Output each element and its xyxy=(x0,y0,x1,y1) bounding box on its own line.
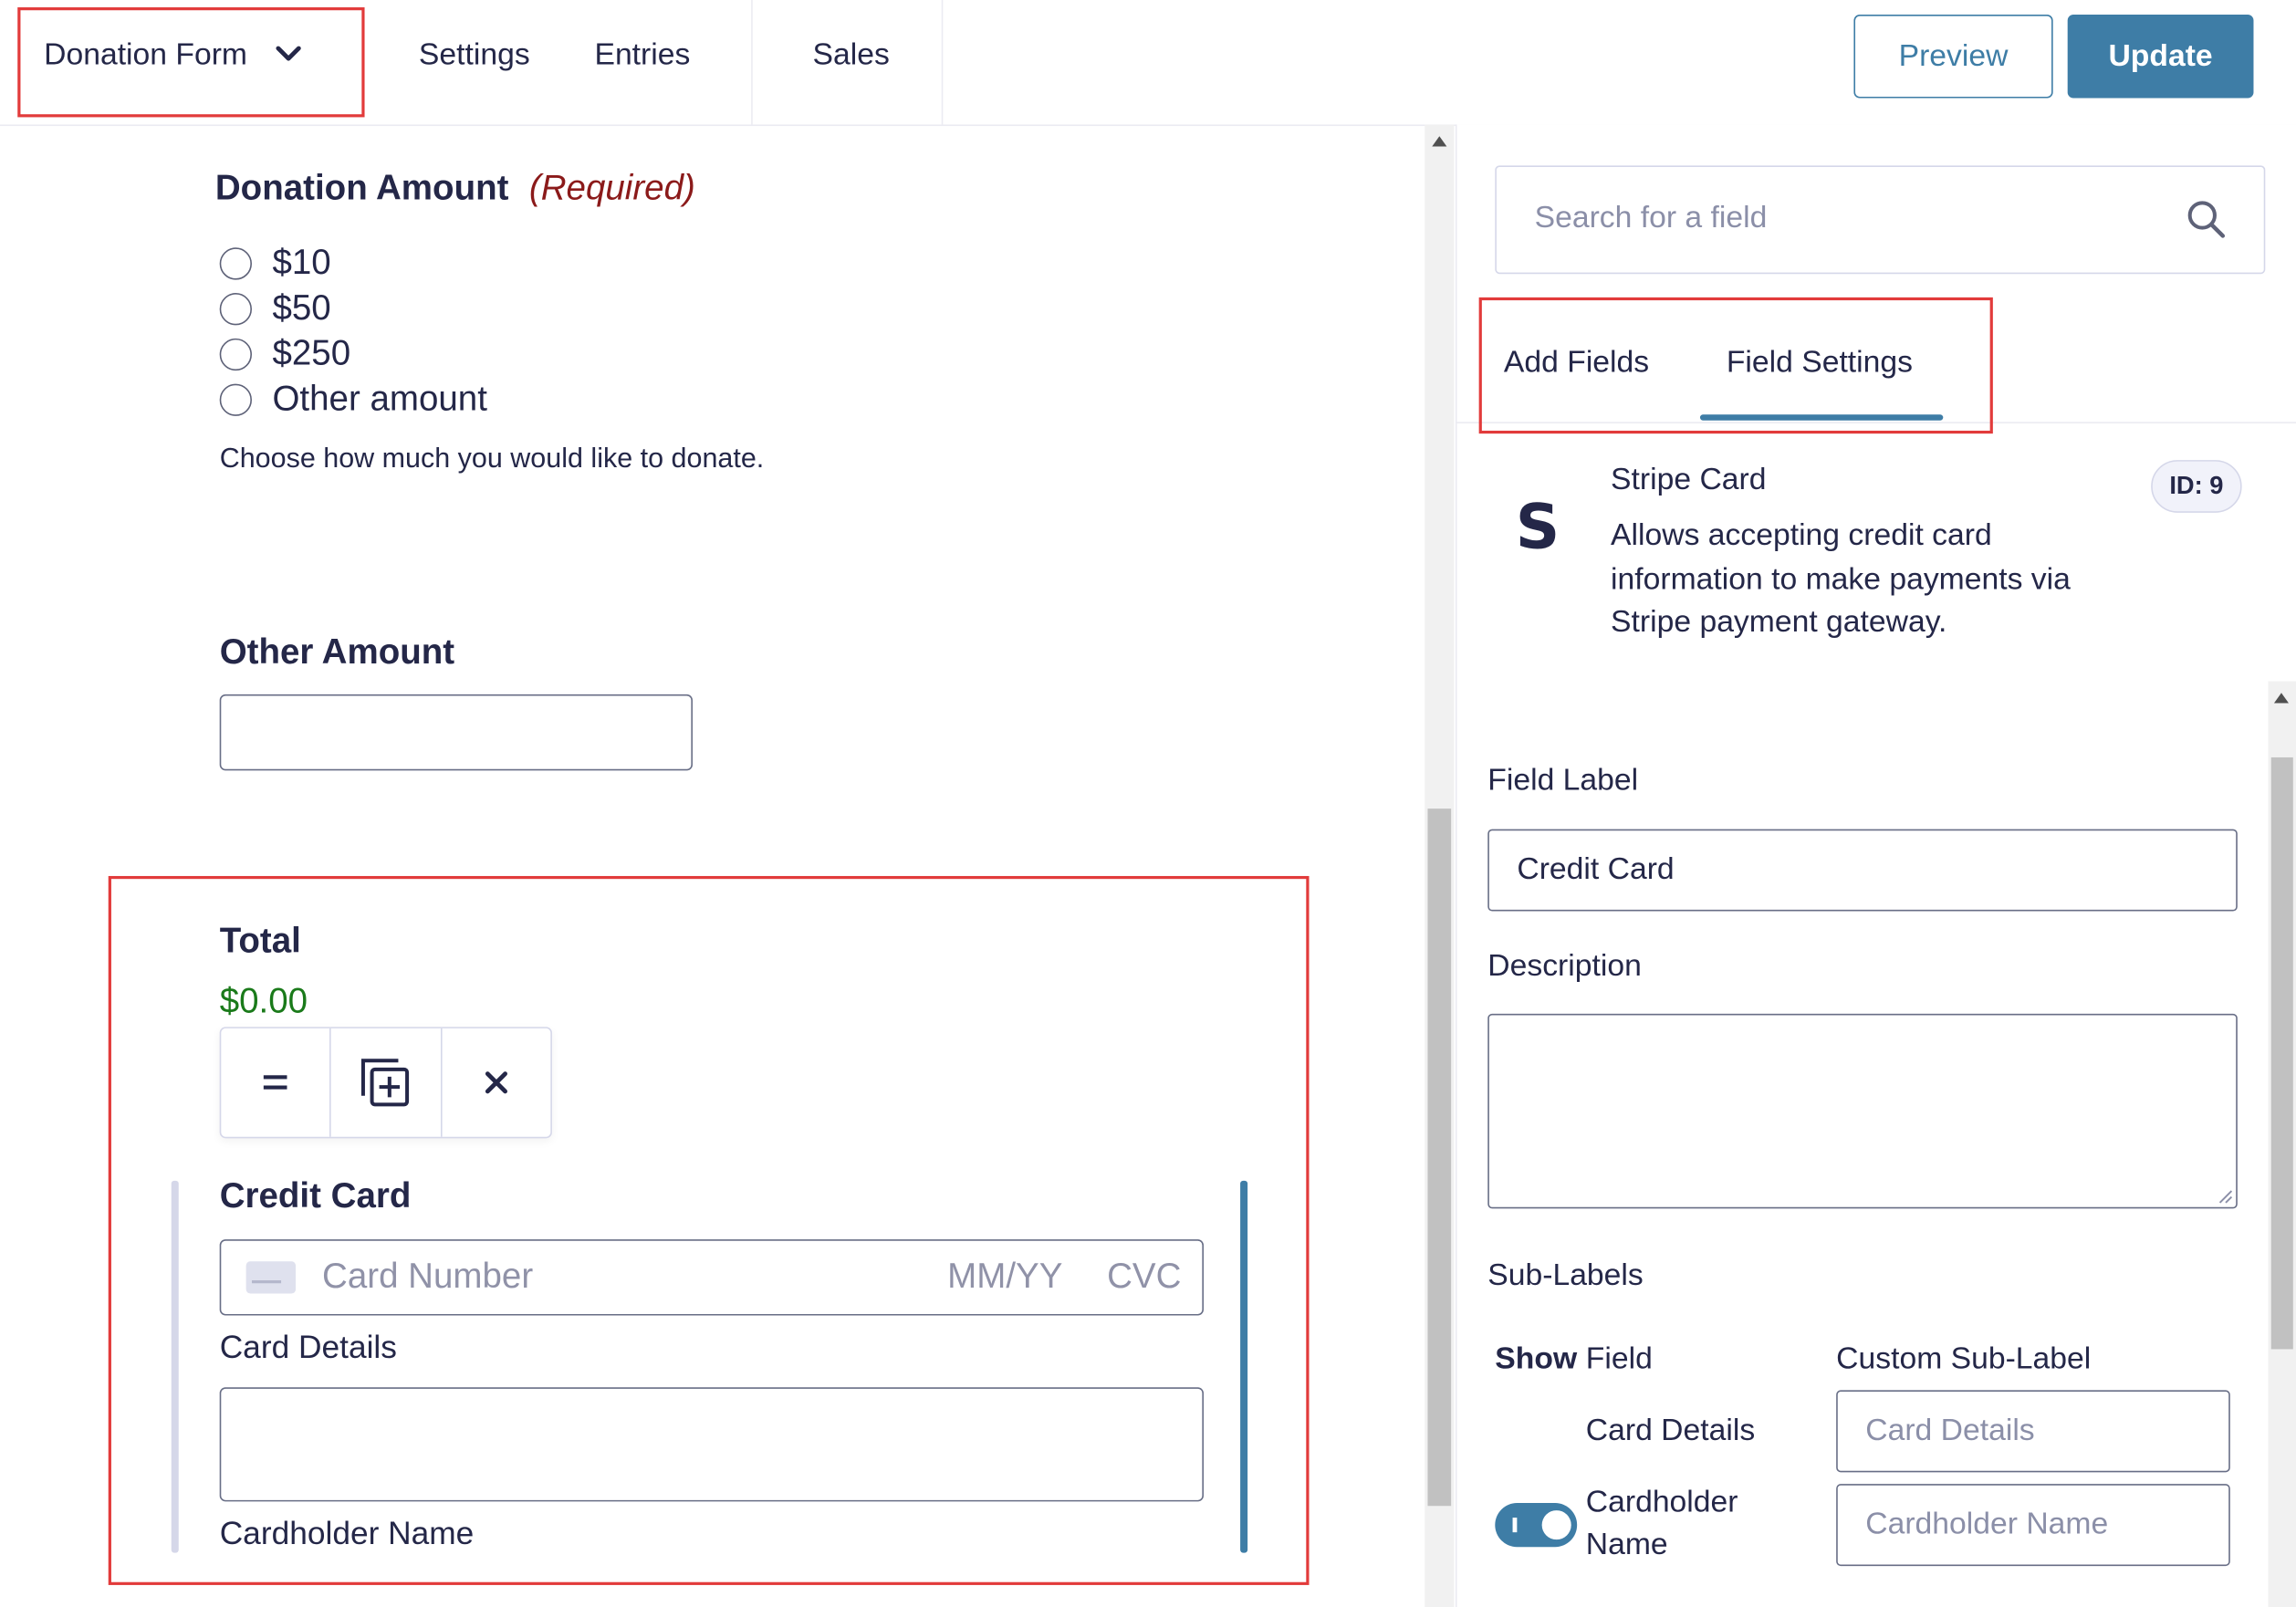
search-icon[interactable] xyxy=(2186,199,2228,240)
donation-amount-title: Donation Amount xyxy=(214,168,509,208)
field-type-description: Allows accepting credit card information… xyxy=(1611,518,2071,639)
nav-divider xyxy=(941,0,944,125)
card-number-field[interactable]: Card Number MM/YY CVC xyxy=(219,1239,1204,1316)
stripe-icon: S xyxy=(1515,490,1560,563)
total-value: $0.00 xyxy=(219,981,308,1021)
custom-sublabel-input[interactable]: Cardholder Name xyxy=(1836,1484,2230,1567)
tab-field-settings[interactable]: Field Settings xyxy=(1727,346,1913,381)
duplicate-button[interactable] xyxy=(331,1028,443,1137)
credit-card-label: Credit Card xyxy=(219,1176,412,1216)
nav-entries[interactable]: Entries xyxy=(594,38,690,74)
toggle-knob xyxy=(1541,1510,1571,1540)
duplicate-icon[interactable] xyxy=(360,1056,412,1109)
total-label: Total xyxy=(219,921,301,962)
sublabel-row-field: Name xyxy=(1585,1528,1668,1562)
col-custom-header: Custom Sub-Label xyxy=(1836,1341,2092,1376)
radio-label: $10 xyxy=(272,243,331,283)
other-amount-input[interactable] xyxy=(219,694,693,771)
field-selection-bar xyxy=(171,1180,179,1553)
update-button[interactable]: Update xyxy=(2067,15,2254,99)
field-toolbar xyxy=(219,1027,552,1139)
description-textarea[interactable] xyxy=(1487,1013,2238,1209)
form-title[interactable]: Donation Form xyxy=(44,38,247,74)
field-label-heading: Field Label xyxy=(1487,763,1639,798)
toggle-on-icon xyxy=(1512,1518,1517,1533)
radio-label: $250 xyxy=(272,334,351,374)
scroll-up-arrow-icon[interactable] xyxy=(1432,136,1447,147)
field-id-badge: ID: 9 xyxy=(2151,460,2242,513)
sublabel-row-field: Card Details xyxy=(1585,1414,1756,1448)
card-details-sublabel: Card Details xyxy=(219,1329,397,1366)
tab-add-fields[interactable]: Add Fields xyxy=(1504,346,1649,381)
nav-divider xyxy=(751,0,753,125)
active-tab-indicator xyxy=(1699,414,1944,421)
required-indicator: (Required) xyxy=(528,168,695,208)
radio-option[interactable]: $50 xyxy=(219,288,331,329)
close-icon[interactable] xyxy=(483,1070,509,1096)
radio-option[interactable]: Other amount xyxy=(219,379,487,421)
cvc-placeholder: CVC xyxy=(1107,1257,1182,1297)
custom-sublabel-input[interactable]: Card Details xyxy=(1836,1390,2230,1473)
radio-button[interactable] xyxy=(219,383,252,416)
field-label-value: Credit Card xyxy=(1517,852,1675,887)
field-type-title: Stripe Card xyxy=(1611,463,1767,497)
radio-button[interactable] xyxy=(219,247,252,280)
radio-option[interactable]: $250 xyxy=(219,334,351,375)
radio-label: $50 xyxy=(272,288,331,329)
cardholder-name-input[interactable] xyxy=(219,1387,1204,1502)
col-field-header: Field xyxy=(1585,1341,1653,1376)
nav-sales[interactable]: Sales xyxy=(813,38,890,74)
credit-card-icon xyxy=(245,1261,297,1294)
radio-option[interactable]: $10 xyxy=(219,243,331,284)
expiry-placeholder: MM/YY xyxy=(947,1257,1063,1297)
other-amount-label: Other Amount xyxy=(219,632,455,673)
drag-handle[interactable] xyxy=(221,1028,332,1137)
sidebar-scroll-up-icon[interactable] xyxy=(2273,693,2289,704)
donation-amount-label: Donation Amount (Required) xyxy=(215,169,695,210)
radio-button[interactable] xyxy=(219,338,252,371)
chevron-down-icon[interactable] xyxy=(272,38,304,70)
radio-button[interactable] xyxy=(219,293,252,326)
radio-label: Other amount xyxy=(272,379,487,420)
cardholder-name-sublabel: Cardholder Name xyxy=(219,1514,475,1552)
description-heading: Description xyxy=(1487,949,1642,984)
nav-settings[interactable]: Settings xyxy=(419,38,530,74)
canvas-scrollbar-thumb[interactable] xyxy=(1427,809,1452,1507)
preview-button[interactable]: Preview xyxy=(1853,15,2053,99)
custom-sublabel-placeholder: Cardholder Name xyxy=(1865,1507,2109,1541)
col-show-header: Show xyxy=(1495,1341,1578,1376)
delete-button[interactable] xyxy=(442,1028,550,1137)
custom-sublabel-placeholder: Card Details xyxy=(1865,1414,2035,1448)
search-placeholder: Search for a field xyxy=(1534,200,1768,235)
field-selection-bar-active xyxy=(1240,1180,1248,1553)
sublabel-row-field: Cardholder xyxy=(1585,1485,1738,1519)
donation-description: Choose how much you would like to donate… xyxy=(219,443,765,475)
drag-handle-icon[interactable] xyxy=(261,1068,290,1097)
field-label-input[interactable]: Credit Card xyxy=(1487,829,2238,912)
resize-handle-icon[interactable] xyxy=(2216,1186,2233,1204)
card-number-placeholder: Card Number xyxy=(322,1257,534,1297)
sidebar-scrollbar-thumb[interactable] xyxy=(2270,757,2293,1350)
sub-labels-heading: Sub-Labels xyxy=(1487,1257,1644,1292)
